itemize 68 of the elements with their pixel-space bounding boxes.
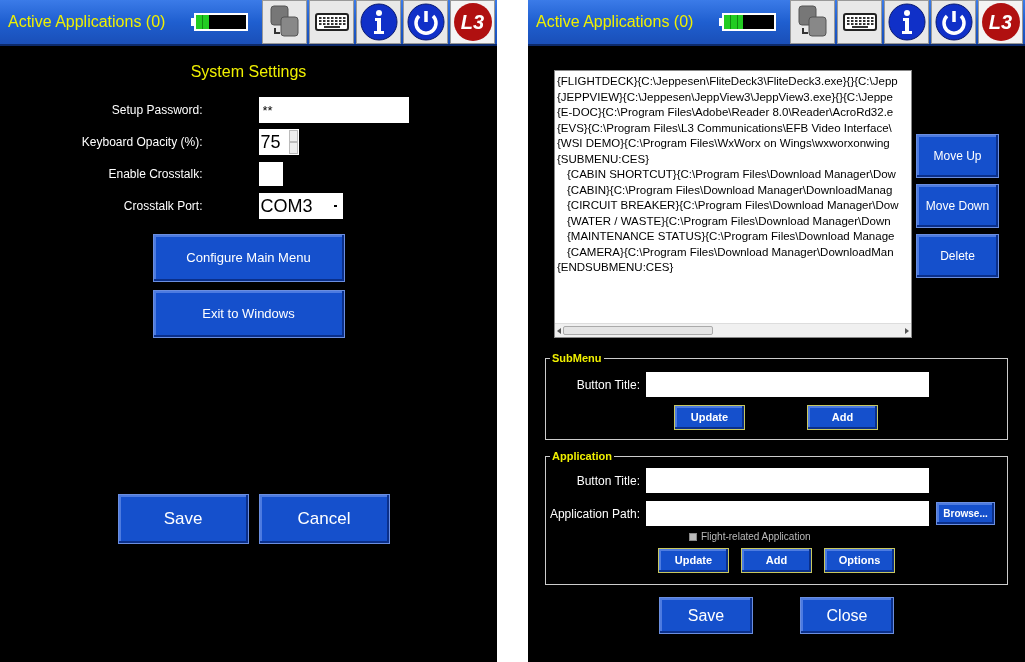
power-button[interactable]: [931, 0, 976, 44]
footer-button[interactable]: Close: [800, 597, 894, 634]
dropdown-caret-icon: [333, 205, 337, 207]
menu-action-button[interactable]: Configure Main Menu: [152, 234, 345, 282]
menu-list[interactable]: [554, 70, 912, 338]
checkbox-label: Flight-related Application: [701, 530, 811, 544]
footer-button[interactable]: Save: [659, 597, 753, 634]
scroll-right-icon[interactable]: [905, 327, 909, 334]
footer-button[interactable]: Cancel: [258, 494, 390, 544]
menu-entry[interactable]: {ENDSUBMENU:CES}: [557, 260, 911, 276]
field-label: Application Path:: [548, 505, 641, 523]
menu-entry[interactable]: {MAINTENANCE STATUS}{C:\Program Files\Download Manage: [557, 229, 911, 245]
menu-entry[interactable]: {E-DOC}{C:\Program Files\Adobe\Reader 8.0\Reader\AcroRd32.e: [557, 105, 911, 121]
scroll-left-icon[interactable]: [557, 327, 561, 334]
power-icon: [934, 3, 973, 41]
field-label: Button Title:: [575, 376, 641, 394]
menu-entry[interactable]: {WATER / WASTE}{C:\Program Files\Download Manager\Down: [557, 213, 911, 229]
field-label: Crosstalk Port:: [122, 198, 204, 215]
horizontal-scrollbar[interactable]: [555, 323, 911, 337]
keyboard-icon: [842, 13, 877, 31]
menu-entry[interactable]: {JEPPVIEW}{C:\Jeppesen\JeppView3\JeppView3.exe}{}{C:\Jeppe: [557, 89, 911, 105]
application-button[interactable]: Add: [741, 548, 812, 573]
menu-entry[interactable]: {WSI DEMO}{C:\Program Files\WxWorx on Wings\wxworxonwing: [557, 136, 911, 152]
settings-title: System Settings: [190, 62, 307, 82]
keyboard-button[interactable]: [309, 0, 354, 44]
switch-windows-button[interactable]: [262, 0, 307, 44]
info-icon: [887, 3, 926, 41]
info-icon: [359, 3, 398, 41]
power-button[interactable]: [403, 0, 448, 44]
menu-action-button[interactable]: Exit to Windows: [152, 290, 345, 338]
list-action-button[interactable]: Move Down: [916, 184, 999, 228]
flight-related-checkbox[interactable]: [689, 532, 697, 541]
menu-entry[interactable]: {CIRCUIT BREAKER}{C:\Program Files\Download Manager\Dow: [557, 198, 911, 214]
application-button[interactable]: Options: [824, 548, 895, 573]
menu-entry[interactable]: {CABIN SHORTCUT}{C:\Program Files\Download Manager\Dow: [557, 167, 911, 183]
switch-windows-button[interactable]: [790, 0, 835, 44]
keyboard-icon: [314, 13, 349, 31]
input-field[interactable]: [646, 501, 929, 526]
menu-entry[interactable]: {EVS}{C:\Program Files\L3 Communications\EFB Video Interface\: [557, 120, 911, 136]
port-dropdown[interactable]: COM3: [258, 193, 343, 219]
submenu-button[interactable]: Update: [674, 405, 745, 430]
field-label: Keyboard Opacity (%):: [80, 134, 204, 151]
menu-entry[interactable]: {CAMERA}{C:\Program Files\Download Manager\DownloadMan: [557, 244, 911, 260]
menu-entry[interactable]: {FLIGHTDECK}{C:\Jeppesen\FliteDeck3\FliteDeck3.exe}{}{C:\Jepp: [557, 74, 911, 90]
application-button[interactable]: Update: [658, 548, 729, 573]
submenu-button[interactable]: Add: [807, 405, 878, 430]
password-field[interactable]: **: [258, 97, 409, 123]
browse-button[interactable]: Browse...: [936, 502, 995, 525]
input-field[interactable]: [646, 468, 929, 493]
power-icon: [406, 3, 445, 41]
active-applications-title: Active Applications (0): [536, 12, 694, 32]
list-action-button[interactable]: Move Up: [916, 134, 999, 178]
list-action-button[interactable]: Delete: [916, 234, 999, 278]
info-button[interactable]: [356, 0, 401, 44]
crosstalk-checkbox[interactable]: [258, 162, 283, 186]
info-button[interactable]: [884, 0, 929, 44]
keyboard-button[interactable]: [837, 0, 882, 44]
stacked-windows-icon: [795, 4, 830, 40]
menu-entry[interactable]: {CABIN}{C:\Program Files\Download Manager\DownloadManag: [557, 182, 911, 198]
stacked-windows-icon: [267, 4, 302, 40]
menu-entry[interactable]: {SUBMENU:CES}: [557, 151, 911, 167]
field-label: Enable Crosstalk:: [107, 166, 204, 183]
active-applications-title: Active Applications (0): [8, 12, 166, 32]
field-label: Setup Password:: [110, 102, 204, 119]
field-label: Button Title:: [575, 472, 641, 490]
footer-button[interactable]: Save: [117, 494, 249, 544]
spin-field[interactable]: 75: [258, 129, 299, 155]
input-field[interactable]: [646, 372, 929, 397]
